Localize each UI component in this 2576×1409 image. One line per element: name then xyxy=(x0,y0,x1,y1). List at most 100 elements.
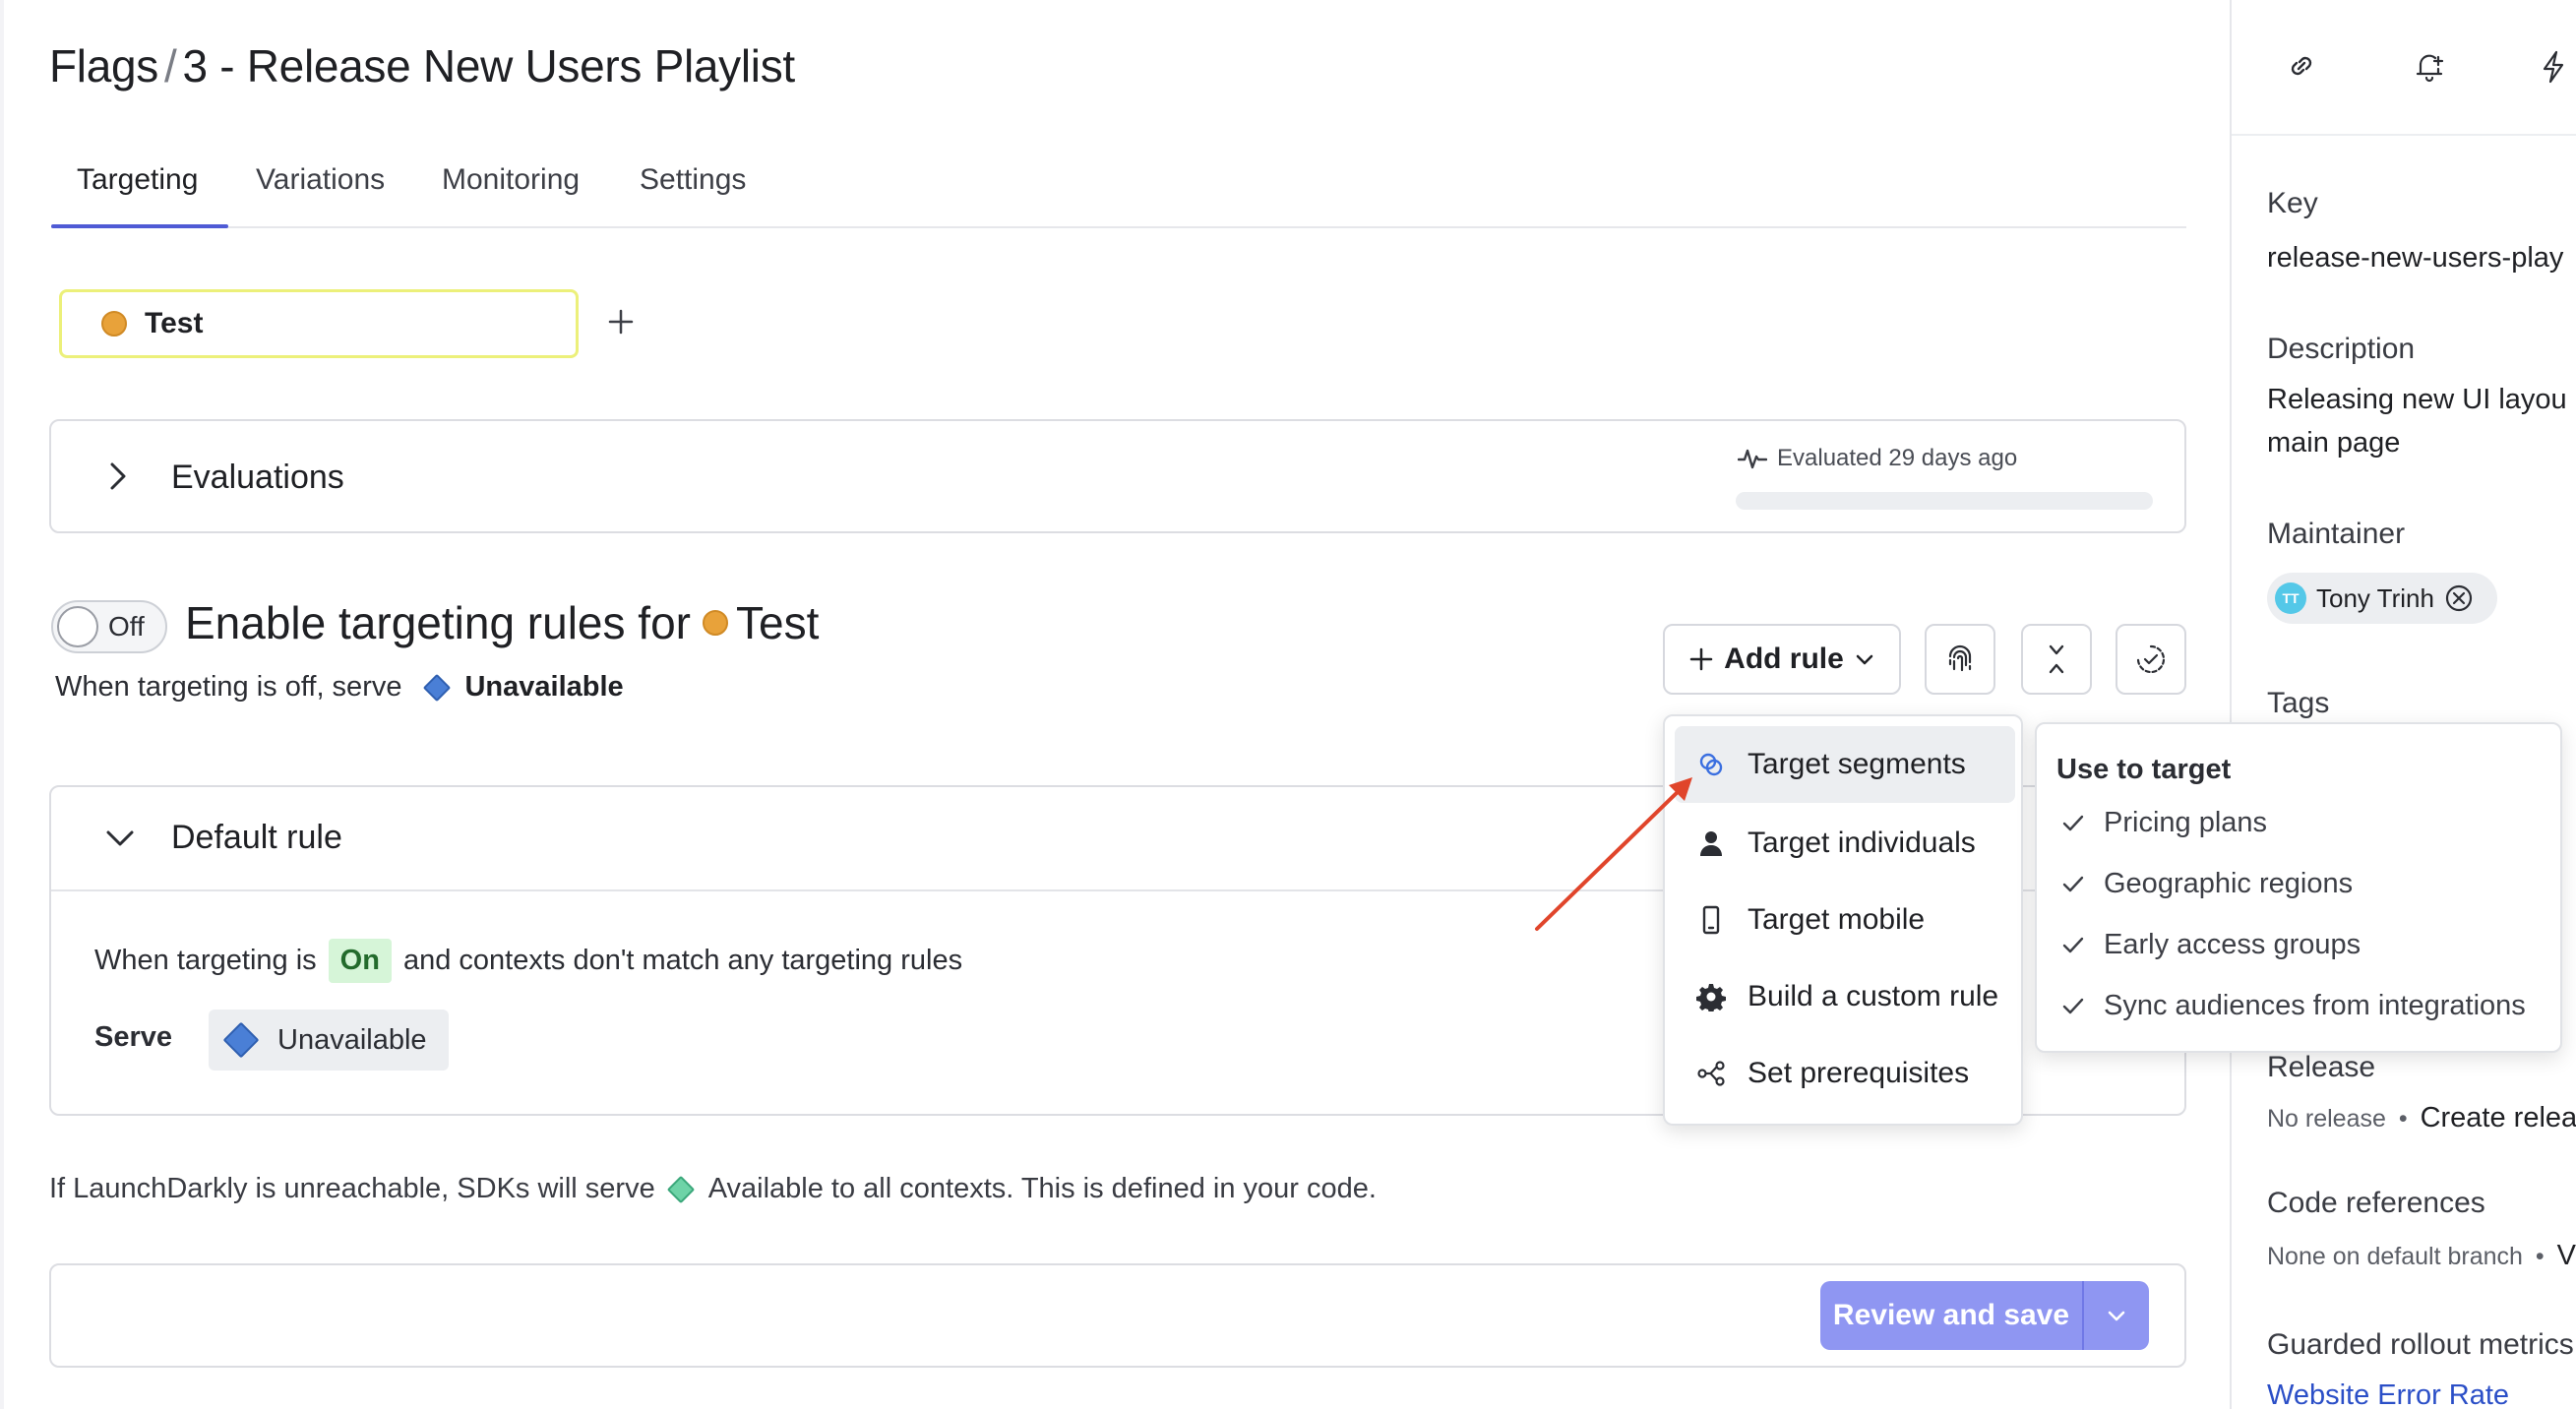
review-and-save-button[interactable]: Review and save xyxy=(1820,1281,2149,1350)
variation-diamond-icon xyxy=(222,1021,260,1059)
targeting-heading: Enable targeting rules for Test xyxy=(185,596,819,649)
submenu-item-label: Geographic regions xyxy=(2104,868,2354,899)
lightning-icon[interactable] xyxy=(2539,49,2568,85)
sidebar-border xyxy=(2230,0,2232,1409)
serve-label: Serve xyxy=(94,1021,173,1053)
collapse-all-button[interactable] xyxy=(2021,624,2092,695)
submenu-item: Pricing plans xyxy=(2060,807,2267,839)
code-refs-status: None on default branch • V xyxy=(2267,1240,2576,1272)
evaluations-card[interactable] xyxy=(49,419,2186,533)
tab-targeting[interactable]: Targeting xyxy=(77,163,198,197)
serve-variation: Unavailable xyxy=(277,1023,427,1056)
fallback-prefix: If LaunchDarkly is unreachable, SDKs wil… xyxy=(49,1173,655,1204)
bell-plus-icon[interactable] xyxy=(2413,49,2446,85)
key-value[interactable]: release-new-users-play xyxy=(2267,242,2563,275)
off-serve-line: When targeting is off, serve Unavailable xyxy=(55,671,624,704)
avatar: TT xyxy=(2275,582,2306,614)
menu-item-set-prerequisites[interactable]: Set prerequisites xyxy=(1675,1035,2015,1112)
menu-item-label: Target individuals xyxy=(1748,827,1976,859)
flag-name: 3 - Release New Users Playlist xyxy=(182,40,795,92)
default-rule-title: Default rule xyxy=(171,819,342,856)
maintainer-name: Tony Trinh xyxy=(2316,582,2434,613)
code-refs-link[interactable]: V xyxy=(2557,1240,2576,1271)
environment-chip[interactable]: Test xyxy=(59,289,579,358)
tab-settings[interactable]: Settings xyxy=(640,163,746,197)
chevron-down-icon[interactable] xyxy=(102,823,138,854)
target-segments-tooltip: Use to target Pricing plans Geographic r… xyxy=(2035,722,2562,1053)
environment-color-dot xyxy=(101,311,127,337)
toggle-label: Off xyxy=(108,611,145,642)
page-title: Flags/3 - Release New Users Playlist xyxy=(49,39,795,92)
bullet-separator: • xyxy=(2535,1243,2545,1270)
fallback-note: If LaunchDarkly is unreachable, SDKs wil… xyxy=(49,1173,1377,1205)
description-label: Description xyxy=(2267,333,2416,365)
tab-variations[interactable]: Variations xyxy=(256,163,385,197)
pulse-icon xyxy=(1738,447,1767,470)
chevron-down-icon xyxy=(2105,1304,2128,1327)
prerequisites-icon xyxy=(1696,1059,1726,1088)
tabs-divider xyxy=(51,226,2186,228)
annotation-arrow-icon xyxy=(1525,773,1702,946)
remove-circle-icon[interactable] xyxy=(2444,583,2474,613)
variation-diamond-icon xyxy=(666,1175,695,1203)
left-edge xyxy=(0,0,4,1409)
when-suffix: and contexts don't match any targeting r… xyxy=(402,945,963,976)
off-variation[interactable]: Unavailable xyxy=(464,671,623,704)
plus-icon xyxy=(1688,646,1714,672)
menu-item-label: Build a custom rule xyxy=(1748,980,1999,1012)
key-label: Key xyxy=(2267,187,2318,219)
add-rule-button[interactable]: Add rule xyxy=(1663,624,1901,695)
add-environment-button[interactable] xyxy=(600,301,642,342)
submenu-item-label: Pricing plans xyxy=(2104,807,2268,838)
guarded-metric-link[interactable]: Website Error Rate xyxy=(2267,1379,2509,1409)
chevron-right-icon[interactable] xyxy=(102,459,134,494)
serve-variation-select[interactable]: Unavailable xyxy=(209,1010,449,1071)
code-refs-status-text: None on default branch xyxy=(2267,1243,2523,1270)
add-rule-label: Add rule xyxy=(1724,643,1844,675)
add-rule-menu: Target segments Target individuals Targe… xyxy=(1663,714,2023,1126)
chevron-down-icon xyxy=(1854,648,1875,670)
off-serve-text: When targeting is off, serve xyxy=(55,671,402,703)
sidebar-header-divider xyxy=(2232,134,2576,136)
link-icon[interactable] xyxy=(2285,49,2318,83)
code-refs-label: Code references xyxy=(2267,1187,2485,1219)
release-label: Release xyxy=(2267,1051,2376,1083)
maintainer-chip[interactable]: TT Tony Trinh xyxy=(2267,573,2497,624)
tags-label: Tags xyxy=(2267,687,2330,719)
targeting-env-name: Test xyxy=(735,597,820,648)
verify-button[interactable] xyxy=(2116,624,2186,695)
when-prefix: When targeting is xyxy=(94,945,317,976)
breadcrumb-separator: / xyxy=(164,40,177,92)
check-icon xyxy=(2060,872,2086,897)
menu-item-label: Set prerequisites xyxy=(1748,1057,1970,1089)
plus-icon xyxy=(608,309,634,335)
evaluations-meta: Evaluated 29 days ago xyxy=(1738,445,2017,472)
tab-monitoring[interactable]: Monitoring xyxy=(442,163,580,197)
variation-diamond-icon xyxy=(423,673,452,702)
bullet-separator: • xyxy=(2398,1105,2408,1133)
menu-item-target-segments[interactable]: Target segments xyxy=(1675,726,2015,803)
menu-item-custom-rule[interactable]: Build a custom rule xyxy=(1675,958,2015,1035)
on-badge: On xyxy=(328,939,392,983)
check-icon xyxy=(2060,811,2086,836)
menu-item-target-individuals[interactable]: Target individuals xyxy=(1675,805,2015,882)
release-status-text: No release xyxy=(2267,1105,2386,1133)
review-options-button[interactable] xyxy=(2082,1281,2149,1350)
review-and-save-label[interactable]: Review and save xyxy=(1820,1281,2082,1350)
guarded-rollout-label: Guarded rollout metrics xyxy=(2267,1328,2574,1361)
submenu-item: Sync audiences from integrations xyxy=(2060,990,2526,1022)
environment-color-dot xyxy=(702,610,728,636)
targeting-toggle[interactable]: Off xyxy=(51,600,167,653)
submenu-item-label: Sync audiences from integrations xyxy=(2104,990,2526,1021)
active-tab-indicator xyxy=(51,224,228,228)
environment-name: Test xyxy=(145,307,204,339)
description-line-1: Releasing new UI layou xyxy=(2267,384,2567,415)
breadcrumb-flags[interactable]: Flags xyxy=(49,40,158,92)
submenu-item-label: Early access groups xyxy=(2104,929,2361,960)
check-icon xyxy=(2060,994,2086,1019)
menu-item-target-mobile[interactable]: Target mobile xyxy=(1675,882,2015,958)
fingerprint-button[interactable] xyxy=(1925,624,1995,695)
create-release-link[interactable]: Create relea xyxy=(2421,1102,2576,1133)
submenu-title: Use to target xyxy=(2056,754,2232,785)
release-status: No release • Create relea xyxy=(2267,1102,2576,1134)
